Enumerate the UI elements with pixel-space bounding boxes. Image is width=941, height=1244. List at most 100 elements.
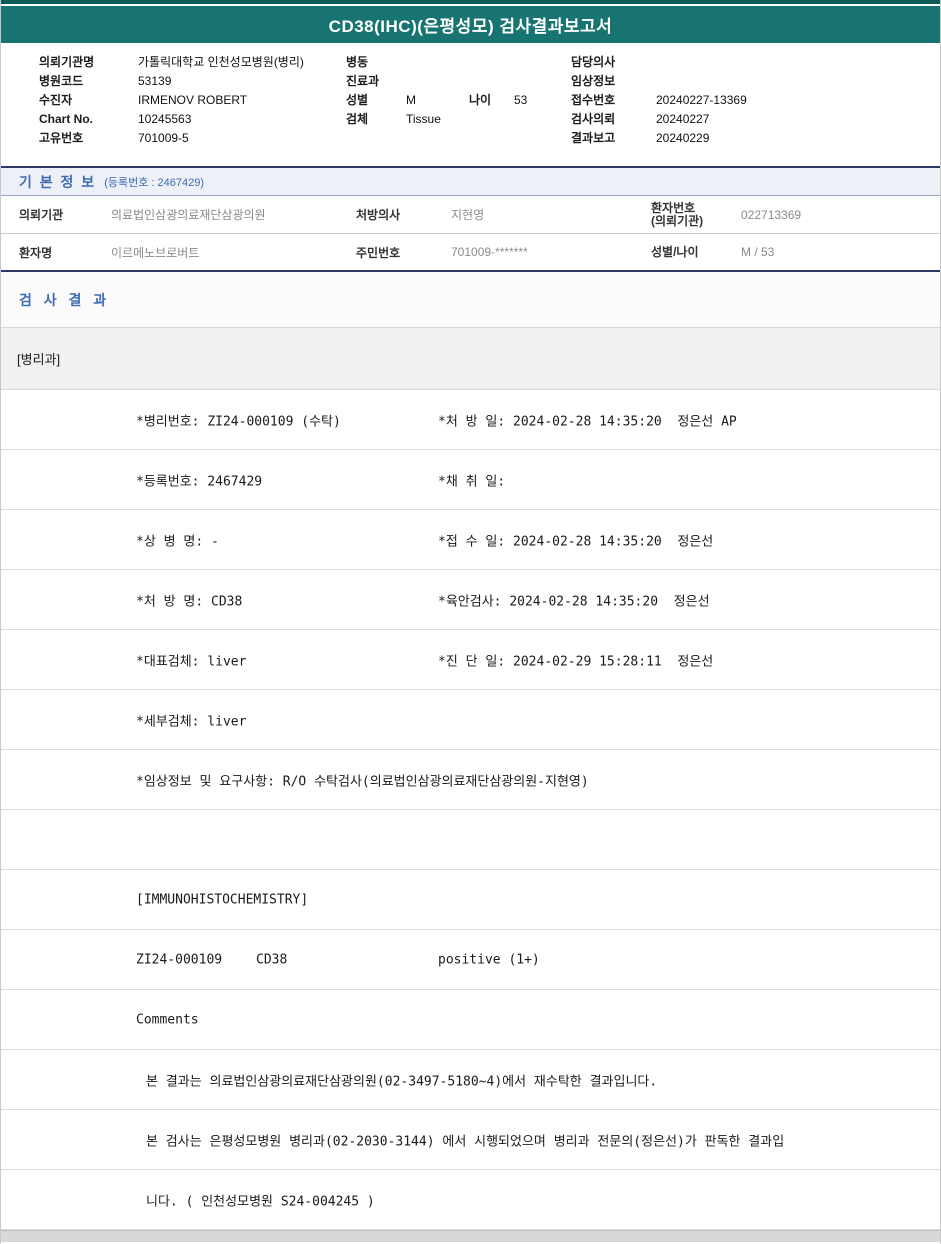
- field-label: 담당의사: [571, 53, 656, 70]
- header-field-sex-age: 성별 M 나이 53: [346, 90, 527, 109]
- field-value: IRMENOV ROBERT: [138, 93, 247, 107]
- test-results-title: 검 사 결 과: [19, 290, 110, 310]
- referring-institution-label: 의뢰기관: [19, 206, 111, 223]
- field-value: 53139: [138, 74, 171, 88]
- field-value: 10245563: [138, 112, 191, 126]
- report-title: CD38(IHC)(은평성모) 검사결과보고서: [329, 12, 613, 37]
- detail-row-registration-no: *등록번호: 2467429 *채 취 일:: [1, 450, 940, 510]
- header-field-institution: 의뢰기관명 가톨릭대학교 인천성모병원(병리): [39, 52, 304, 71]
- field-value: 20240227-13369: [656, 93, 747, 107]
- basic-info-row-2: 환자명 이르메노브로버트 주민번호 701009-******* 성별/나이 M…: [1, 234, 940, 272]
- basic-info-registration-no: (등록번호 : 2467429): [104, 174, 204, 190]
- test-results-section-header: 검 사 결 과: [1, 272, 940, 328]
- detail-right: *처 방 일: 2024-02-28 14:35:20 정은선 AP: [438, 410, 737, 429]
- comment-text: 본 결과는 의료법인삼광의료재단삼광의원(02-3497-5180~4)에서 재…: [146, 1070, 657, 1089]
- report-title-bar: CD38(IHC)(은평성모) 검사결과보고서: [1, 6, 940, 43]
- basic-info-section-header: 기 본 정 보 (등록번호 : 2467429): [1, 166, 940, 196]
- detail-left: Comments: [136, 1012, 199, 1027]
- detail-row-pathology-no: *병리번호: ZI24-000109 (수탁) *처 방 일: 2024-02-…: [1, 390, 940, 450]
- result-marker: CD38: [256, 952, 287, 967]
- detail-right: *진 단 일: 2024-02-29 15:28:11 정은선: [438, 650, 713, 669]
- detail-row-ihc-heading: [IMMUNOHISTOCHEMISTRY]: [1, 870, 940, 930]
- detail-left: *대표검체: liver: [136, 650, 246, 669]
- field-label: 병원코드: [39, 72, 138, 89]
- comment-text: 본 검사는 은평성모병원 병리과(02-2030-3144) 에서 시행되었으며…: [146, 1130, 784, 1149]
- header-field-department: 진료과: [346, 71, 527, 90]
- detail-left: *등록번호: 2467429: [136, 470, 262, 489]
- header-field-receipt-no: 접수번호 20240227-13369: [571, 90, 747, 109]
- basic-info-row-1: 의뢰기관 의료법인삼광의료재단삼광의원 처방의사 지현영 환자번호 (의뢰기관)…: [1, 196, 940, 234]
- detail-right: *육안검사: 2024-02-28 14:35:20 정은선: [438, 590, 710, 609]
- detail-row-comments-heading: Comments: [1, 990, 940, 1050]
- result-value: positive (1+): [438, 952, 540, 967]
- prescribing-doctor-label: 처방의사: [356, 206, 451, 223]
- field-label: 성별: [346, 91, 406, 108]
- detail-row-ihc-result: ZI24-000109 CD38 positive (1+): [1, 930, 940, 990]
- header-field-ward: 병동: [346, 52, 527, 71]
- basic-info-title: 기 본 정 보: [19, 172, 96, 192]
- field-label: 접수번호: [571, 91, 656, 108]
- patient-name-label: 환자명: [19, 244, 111, 261]
- detail-row-clinical-request: *임상정보 및 요구사항: R/O 수탁검사(의료법인삼광의료재단삼광의원-지현…: [1, 750, 940, 810]
- department-row: [병리과]: [1, 328, 940, 390]
- field-label: 고유번호: [39, 129, 138, 146]
- field-value-age: 53: [514, 93, 527, 107]
- field-label: 결과보고: [571, 129, 656, 146]
- sex-age-value: M / 53: [741, 245, 940, 259]
- field-label: 검사의뢰: [571, 110, 656, 127]
- patient-no-value: 022713369: [741, 208, 940, 222]
- detail-left: *세부검체: liver: [136, 710, 246, 729]
- field-label: Chart No.: [39, 112, 138, 126]
- patient-header-right-column: 담당의사 임상정보 접수번호 20240227-13369 검사의뢰 20240…: [571, 52, 747, 147]
- result-detail-list: *병리번호: ZI24-000109 (수탁) *처 방 일: 2024-02-…: [1, 390, 940, 1230]
- patient-name-value: 이르메노브로버트: [111, 244, 356, 261]
- header-field-specimen: 검체 Tissue: [346, 109, 527, 128]
- patient-header-left-column: 의뢰기관명 가톨릭대학교 인천성모병원(병리) 병원코드 53139 수진자 I…: [39, 52, 304, 147]
- department-name: [병리과]: [17, 349, 60, 368]
- field-label-age: 나이: [469, 91, 514, 108]
- field-value: 가톨릭대학교 인천성모병원(병리): [138, 53, 304, 70]
- field-label: 검체: [346, 110, 406, 127]
- header-field-doctor: 담당의사: [571, 52, 747, 71]
- detail-row-comment-3: 니다. ( 인천성모병원 S24-004245 ): [1, 1170, 940, 1230]
- field-label: 임상정보: [571, 72, 656, 89]
- detail-row-order-name: *처 방 명: CD38 *육안검사: 2024-02-28 14:35:20 …: [1, 570, 940, 630]
- field-value: 20240227: [656, 112, 709, 126]
- detail-row-sub-specimen: *세부검체: liver: [1, 690, 940, 750]
- resident-no-value: 701009-*******: [451, 245, 651, 259]
- patient-header: 의뢰기관명 가톨릭대학교 인천성모병원(병리) 병원코드 53139 수진자 I…: [1, 43, 940, 166]
- report-page: CD38(IHC)(은평성모) 검사결과보고서 의뢰기관명 가톨릭대학교 인천성…: [0, 0, 941, 1244]
- field-label: 진료과: [346, 72, 406, 89]
- detail-row-main-specimen: *대표검체: liver *진 단 일: 2024-02-29 15:28:11…: [1, 630, 940, 690]
- sex-age-label: 성별/나이: [651, 246, 741, 259]
- detail-row-comment-2: 본 검사는 은평성모병원 병리과(02-2030-3144) 에서 시행되었으며…: [1, 1110, 940, 1170]
- field-value: Tissue: [406, 112, 441, 126]
- basic-info-table: 의뢰기관 의료법인삼광의료재단삼광의원 처방의사 지현영 환자번호 (의뢰기관)…: [1, 196, 940, 272]
- comment-text: 니다. ( 인천성모병원 S24-004245 ): [146, 1190, 375, 1209]
- detail-row-diagnosis-name: *상 병 명: - *접 수 일: 2024-02-28 14:35:20 정은…: [1, 510, 940, 570]
- result-specimen-id: ZI24-000109: [136, 952, 222, 967]
- header-field-unique-no: 고유번호 701009-5: [39, 128, 304, 147]
- patient-no-label: 환자번호 (의뢰기관): [651, 202, 741, 228]
- detail-left: *병리번호: ZI24-000109 (수탁): [136, 410, 341, 429]
- detail-right: *채 취 일:: [438, 470, 505, 489]
- prescribing-doctor-value: 지현영: [451, 206, 651, 223]
- header-field-request-date: 검사의뢰 20240227: [571, 109, 747, 128]
- detail-left: *처 방 명: CD38: [136, 590, 242, 609]
- header-field-clinical-info: 임상정보: [571, 71, 747, 90]
- header-field-report-date: 결과보고 20240229: [571, 128, 747, 147]
- field-value-sex: M: [406, 93, 469, 107]
- field-label: 병동: [346, 53, 406, 70]
- field-label: 수진자: [39, 91, 138, 108]
- field-value: 701009-5: [138, 131, 189, 145]
- header-field-chart-no: Chart No. 10245563: [39, 109, 304, 128]
- field-value: 20240229: [656, 131, 709, 145]
- field-label: 의뢰기관명: [39, 53, 138, 70]
- detail-row-comment-1: 본 결과는 의료법인삼광의료재단삼광의원(02-3497-5180~4)에서 재…: [1, 1050, 940, 1110]
- detail-left: *상 병 명: -: [136, 530, 219, 549]
- header-field-hospital-code: 병원코드 53139: [39, 71, 304, 90]
- horizontal-scrollbar[interactable]: [1, 1230, 940, 1242]
- referring-institution-value: 의료법인삼광의료재단삼광의원: [111, 206, 356, 223]
- resident-no-label: 주민번호: [356, 244, 451, 261]
- detail-right: *접 수 일: 2024-02-28 14:35:20 정은선: [438, 530, 713, 549]
